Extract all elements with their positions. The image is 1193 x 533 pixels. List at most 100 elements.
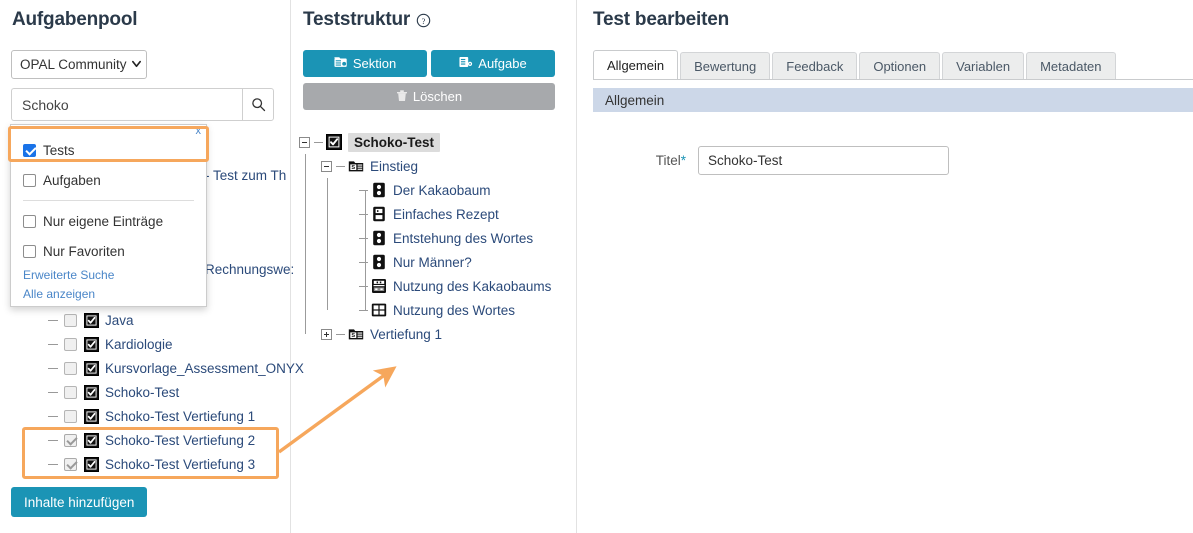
filter-option-nur-eigene-eintraege[interactable]: Nur eigene Einträge xyxy=(11,206,206,236)
test-checkbox-icon xyxy=(84,312,100,328)
filter-divider xyxy=(23,200,194,201)
link-alle-anzeigen[interactable]: Alle anzeigen xyxy=(11,285,206,304)
pool-item-select-checkbox[interactable] xyxy=(64,433,77,447)
tree-node-root[interactable]: Schoko-Test xyxy=(299,130,551,154)
tab-bewertung[interactable]: Bewertung xyxy=(680,52,771,79)
pool-item-select-checkbox[interactable] xyxy=(64,361,77,375)
pool-list-item[interactable]: Kardiologie xyxy=(0,332,290,356)
section-icon xyxy=(334,56,348,71)
pool-item-select-checkbox[interactable] xyxy=(64,337,77,351)
page-title-teststruktur: Teststruktur ? xyxy=(303,9,431,31)
collapse-icon[interactable] xyxy=(299,136,310,148)
pool-list-item[interactable]: Schoko-Test Vertiefung 3 xyxy=(0,452,290,476)
tree-connector xyxy=(327,178,328,310)
pool-item-label: Schoko-Test Vertiefung 3 xyxy=(105,456,256,472)
tree-connector xyxy=(314,141,323,143)
test-checkbox-icon xyxy=(84,408,100,424)
tree-node-label: Einfaches Rezept xyxy=(393,206,499,222)
single-choice-icon xyxy=(371,182,387,198)
add-task-button[interactable]: Aufgabe xyxy=(431,50,555,77)
pool-item-label: Kursvorlage_Assessment_ONYX xyxy=(105,360,304,376)
tree-node-label: Vertiefung 1 xyxy=(370,326,443,342)
match-icon xyxy=(371,278,387,294)
close-icon[interactable]: x xyxy=(196,125,202,137)
test-checkbox-icon xyxy=(84,336,100,352)
tab-feedback[interactable]: Feedback xyxy=(772,52,858,79)
filter-option-label: Nur eigene Einträge xyxy=(43,213,164,229)
tree-node-label: Schoko-Test xyxy=(348,132,441,152)
tree-connector xyxy=(359,237,368,239)
checkbox-nur-eigene-eintraege[interactable] xyxy=(23,214,36,228)
add-section-label: Sektion xyxy=(352,56,397,71)
pool-item-select-checkbox[interactable] xyxy=(64,313,77,327)
tree-node-item[interactable]: Der Kakaobaum xyxy=(299,178,551,202)
tab-variablen[interactable]: Variablen xyxy=(942,52,1025,79)
chevron-down-icon xyxy=(131,58,141,68)
tab-metadaten[interactable]: Metadaten xyxy=(1026,52,1116,79)
tree-node-section[interactable]: S Vertiefung 1 xyxy=(299,322,551,346)
tree-node-section[interactable]: S Einstieg xyxy=(299,154,551,178)
search-input[interactable] xyxy=(11,88,242,121)
checkbox-tests[interactable] xyxy=(23,143,36,157)
pool-list-item[interactable]: Kursvorlage_Assessment_ONYX xyxy=(0,356,304,380)
svg-text:S: S xyxy=(351,165,355,171)
background-result-text-2: Rechnungswe: xyxy=(205,262,295,277)
add-section-button[interactable]: Sektion xyxy=(303,50,427,77)
pool-list-item[interactable]: Schoko-Test Vertiefung 2 xyxy=(0,428,290,452)
background-result-text-1: - Test zum Th xyxy=(205,168,287,183)
pool-list-item[interactable]: Java xyxy=(0,308,290,332)
structure-action-buttons: Sektion Aufgabe xyxy=(303,50,555,77)
search-button[interactable] xyxy=(242,88,274,121)
pool-item-select-checkbox[interactable] xyxy=(64,385,77,399)
tree-connector xyxy=(359,213,368,215)
title-input[interactable] xyxy=(698,146,949,175)
tree-node-item[interactable]: Nutzung des Kakaobaums xyxy=(299,274,551,298)
tree-connector xyxy=(359,309,368,311)
filter-option-tests[interactable]: Tests xyxy=(11,135,206,165)
tree-node-item[interactable]: Nur Männer? xyxy=(299,250,551,274)
tree-connector xyxy=(359,261,368,263)
pool-list-item[interactable]: Schoko-Test xyxy=(0,380,290,404)
tree-connector xyxy=(48,367,58,369)
tree-node-item[interactable]: Nutzung des Wortes xyxy=(299,298,551,322)
tree-connector xyxy=(305,154,306,334)
tree-connector xyxy=(365,190,366,310)
title-field-label: Titel* xyxy=(593,153,698,168)
pool-item-select-checkbox[interactable] xyxy=(64,409,77,423)
source-select[interactable]: OPAL Community xyxy=(11,50,147,79)
checkbox-nur-favoriten[interactable] xyxy=(23,244,36,258)
collapse-icon[interactable] xyxy=(321,160,332,172)
tab-allgemein[interactable]: Allgemein xyxy=(593,50,679,79)
aufgabenpool-panel: Aufgabenpool OPAL Community - Test zum T… xyxy=(0,0,304,533)
filter-option-aufgaben[interactable]: Aufgaben xyxy=(11,165,206,195)
tabs-underline xyxy=(593,79,1193,80)
checkbox-aufgaben[interactable] xyxy=(23,173,36,187)
svg-text:S: S xyxy=(351,333,355,339)
tree-connector xyxy=(48,391,58,393)
filter-option-nur-favoriten[interactable]: Nur Favoriten xyxy=(11,236,206,266)
tree-node-label: Nur Männer? xyxy=(393,254,472,270)
test-structure-tree: Schoko-Test S Einstieg Der Kakaobaum Einfach… xyxy=(299,130,551,346)
pool-item-label: Schoko-Test Vertiefung 1 xyxy=(105,408,256,424)
tree-node-item[interactable]: Einfaches Rezept xyxy=(299,202,551,226)
link-erweiterte-suche[interactable]: Erweiterte Suche xyxy=(11,266,206,285)
text-entry-icon xyxy=(371,206,387,222)
section-header-allgemein: Allgemein xyxy=(593,88,1193,112)
source-select-value: OPAL Community xyxy=(20,57,127,72)
pool-item-label: Schoko-Test xyxy=(105,384,180,400)
expand-icon[interactable] xyxy=(321,328,332,340)
tree-node-item[interactable]: Entstehung des Wortes xyxy=(299,226,551,250)
help-circle-icon[interactable]: ? xyxy=(416,13,431,28)
pool-item-label: Schoko-Test Vertiefung 2 xyxy=(105,432,256,448)
tab-optionen[interactable]: Optionen xyxy=(859,52,941,79)
test-checkbox-icon xyxy=(84,432,100,448)
pool-list-item[interactable]: Schoko-Test Vertiefung 1 xyxy=(0,404,290,428)
add-content-button[interactable]: Inhalte hinzufügen xyxy=(11,487,148,517)
test-editor-panel: Test bearbeiten Allgemein Bewertung Feedba… xyxy=(577,0,1193,533)
filter-dropdown-panel: x Tests Aufgaben Nur eigene Einträge Nur… xyxy=(10,124,207,307)
trash-icon xyxy=(396,89,408,105)
tree-node-label: Nutzung des Kakaobaums xyxy=(393,278,552,294)
pool-item-label: Kardiologie xyxy=(105,336,173,352)
delete-button[interactable]: Löschen xyxy=(303,83,555,110)
pool-item-select-checkbox[interactable] xyxy=(64,457,77,471)
